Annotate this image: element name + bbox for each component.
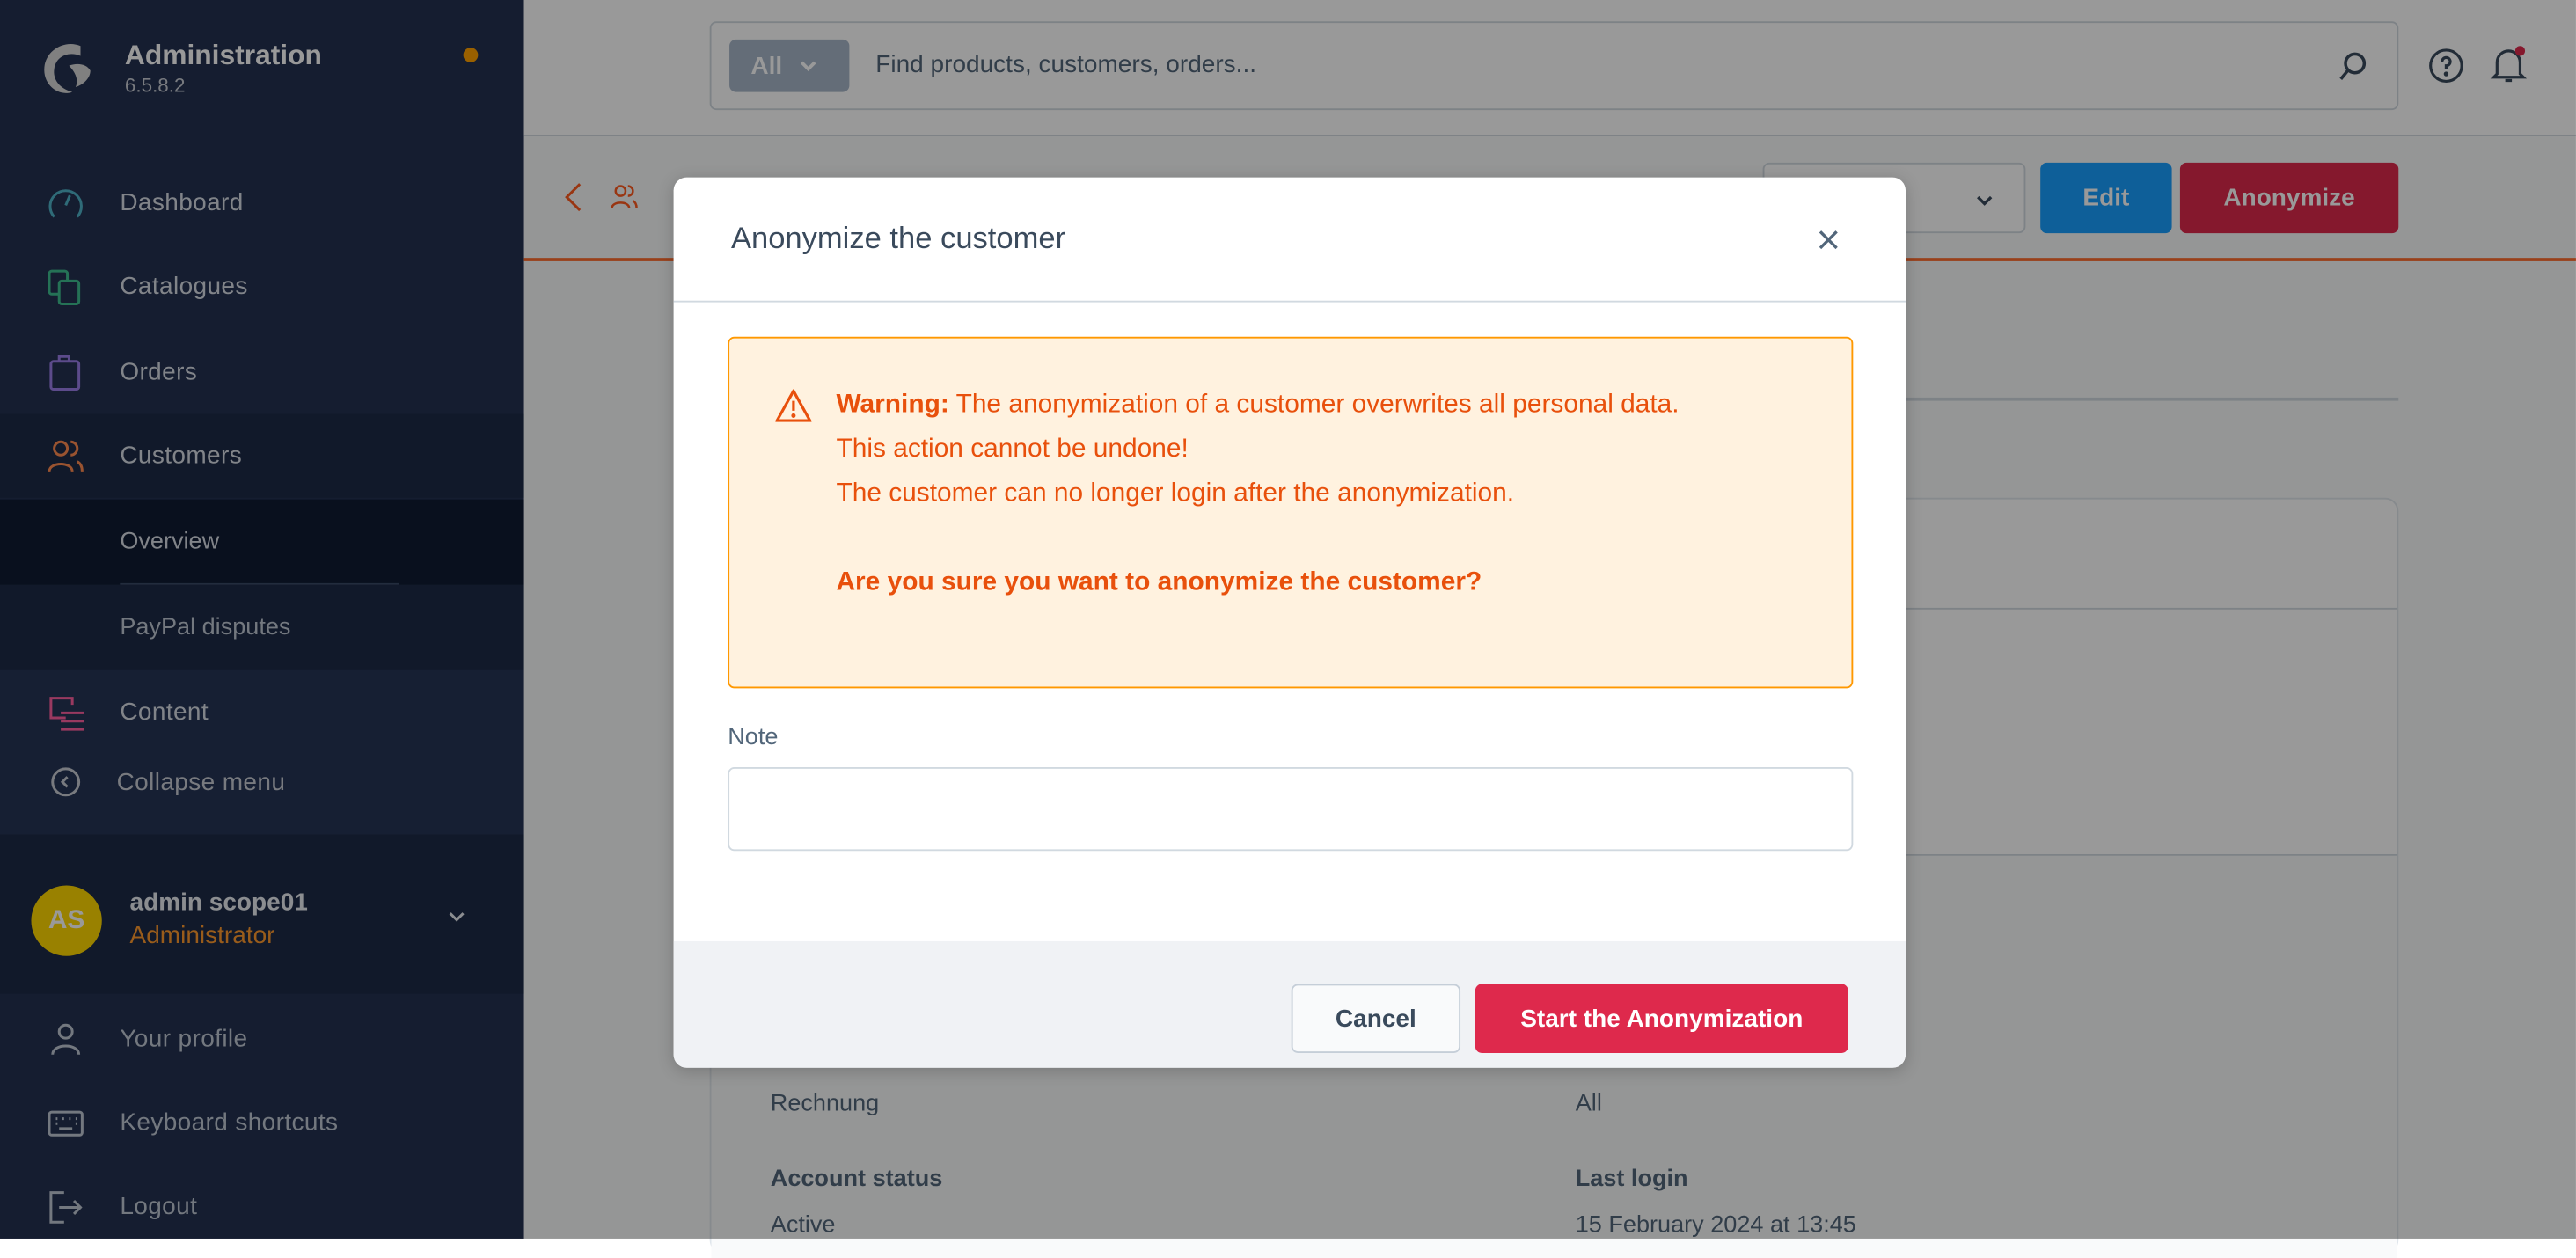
modal-title: Anonymize the customer (730, 220, 1066, 255)
confirm-question: Are you sure you want to anonymize the c… (836, 568, 1482, 596)
close-icon[interactable] (1817, 229, 1840, 252)
warning-text: Warning: The anonymization of a customer… (836, 383, 1805, 604)
modal-header-divider (673, 300, 1906, 303)
warning-line: The customer can no longer login after t… (836, 479, 1515, 508)
warning-label: Warning: (836, 391, 949, 420)
anonymize-modal: Anonymize the customer Warning: The anon… (673, 177, 1906, 1068)
warning-alert: Warning: The anonymization of a customer… (728, 336, 1854, 689)
warning-line: This action cannot be undone! (836, 435, 1189, 464)
warning-message: The anonymization of a customer overwrit… (948, 391, 1680, 420)
cancel-button[interactable]: Cancel (1291, 984, 1461, 1053)
start-anonymization-button[interactable]: Start the Anonymization (1475, 984, 1848, 1053)
warning-icon (775, 389, 812, 422)
note-input[interactable] (728, 767, 1854, 852)
note-label: Note (728, 724, 779, 751)
modal-footer: Cancel Start the Anonymization (673, 940, 1906, 1068)
